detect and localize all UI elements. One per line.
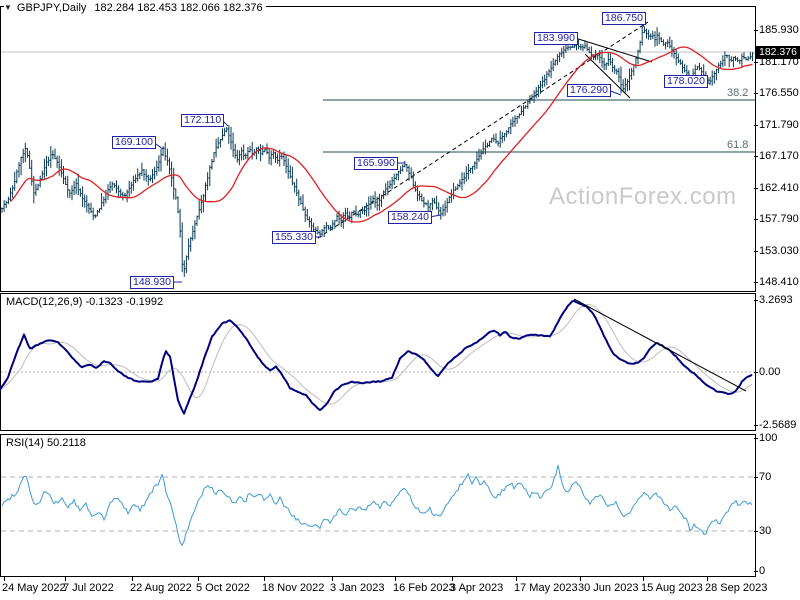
date-axis-label: 3 Jan 2023 [330,582,385,594]
date-axis-tick [65,577,66,581]
date-axis-label: 17 May 2023 [514,582,578,594]
date-axis-tick [643,577,644,581]
price-axis-label: 162.410 [754,182,799,194]
date-axis-tick [132,577,133,581]
main-price-panel[interactable] [0,6,756,292]
macd-axis-label: -2.5689 [753,419,797,431]
price-axis-label: 171.790 [754,119,799,131]
rsi-axis-label: 30 [753,525,772,537]
date-axis-label: 24 May 2022 [2,582,66,594]
macd-trendline[interactable] [573,298,747,392]
price-annotation: 176.290 [567,84,611,97]
date-axis-label: 16 Feb 2023 [393,582,455,594]
date-axis-tick [198,577,199,581]
rsi-indicator-label: RSI(14) 50.2118 [6,437,86,449]
date-axis-label: 28 Sep 2023 [705,582,768,594]
trading-chart-window: ▼ GBPJPY,Daily 182.284 182.453 182.066 182… [0,0,800,600]
macd-name: MACD(12,26,9) [6,296,83,308]
date-axis-label: 7 Jul 2022 [63,582,114,594]
symbol-name: GBPJPY,Daily [16,2,87,14]
fib-level-label: 61.8 [727,139,749,151]
price-annotation: 186.750 [602,12,646,25]
price-annotation: 148.930 [130,276,174,289]
price-annotation: 183.990 [534,32,578,45]
fib-level-label: 38.2 [727,87,749,99]
date-axis-label: 18 Nov 2022 [262,582,325,594]
macd-signal-line [0,303,753,405]
price-annotation: 165.990 [354,157,398,170]
rsi-name: RSI(14) [6,437,44,449]
price-axis-label: 185.930 [754,24,799,36]
rsi-axis-label: 70 [753,471,772,483]
price-annotation: 158.240 [388,211,432,224]
date-axis-label: 3 Apr 2023 [450,582,504,594]
macd-main-line [0,299,753,415]
date-axis-label: 5 Oct 2022 [196,582,250,594]
symbol-header: ▼ GBPJPY,Daily 182.284 182.453 182.066 182… [4,2,266,15]
price-annotation: 178.020 [664,75,708,88]
rsi-panel[interactable] [0,434,756,578]
price-bar-ticks [1,30,754,270]
price-axis-label: 176.550 [754,87,799,99]
price-axis-label: 153.030 [754,245,799,257]
price-annotation: 155.330 [272,231,316,244]
date-axis-label: 22 Aug 2022 [130,582,192,594]
date-axis-tick [4,577,5,581]
rsi-axis-label: 0 [753,565,766,577]
date-axis-tick [707,577,708,581]
date-axis-tick [452,577,453,581]
date-axis-tick [516,577,517,581]
price-annotation: 169.100 [112,136,156,149]
macd-axis-label: 0.00 [753,366,781,378]
ohlc-values: 182.284 182.453 182.066 182.376 [94,2,263,14]
price-axis-label: 157.790 [754,213,799,225]
price-bars [1,24,753,277]
rsi-values: 50.2118 [46,437,86,449]
price-axis-label: 148.410 [754,276,799,288]
date-axis-label: 30 Jun 2023 [578,582,639,594]
macd-values: -0.1323 -0.1992 [85,296,164,308]
date-axis-label: 15 Aug 2023 [641,582,703,594]
date-axis-tick [332,577,333,581]
rsi-axis-label: 100 [753,432,778,444]
date-axis-tick [580,577,581,581]
price-annotation: 172.110 [181,114,225,127]
rsi-panel-border [0,434,756,577]
rsi-line [1,464,753,547]
symbol-dropdown-icon[interactable]: ▼ [4,3,12,12]
macd-indicator-label: MACD(12,26,9) -0.1323 -0.1992 [6,296,163,308]
macd-axis-label: 3.2693 [754,294,793,306]
current-price-tag: 182.376 [756,46,800,59]
price-axis-label: 167.170 [754,150,799,162]
watermark: ActionForex.com [549,183,737,210]
macd-panel[interactable] [0,293,756,431]
date-axis-tick [264,577,265,581]
date-axis-tick [395,577,396,581]
main-panel-border [0,6,756,292]
